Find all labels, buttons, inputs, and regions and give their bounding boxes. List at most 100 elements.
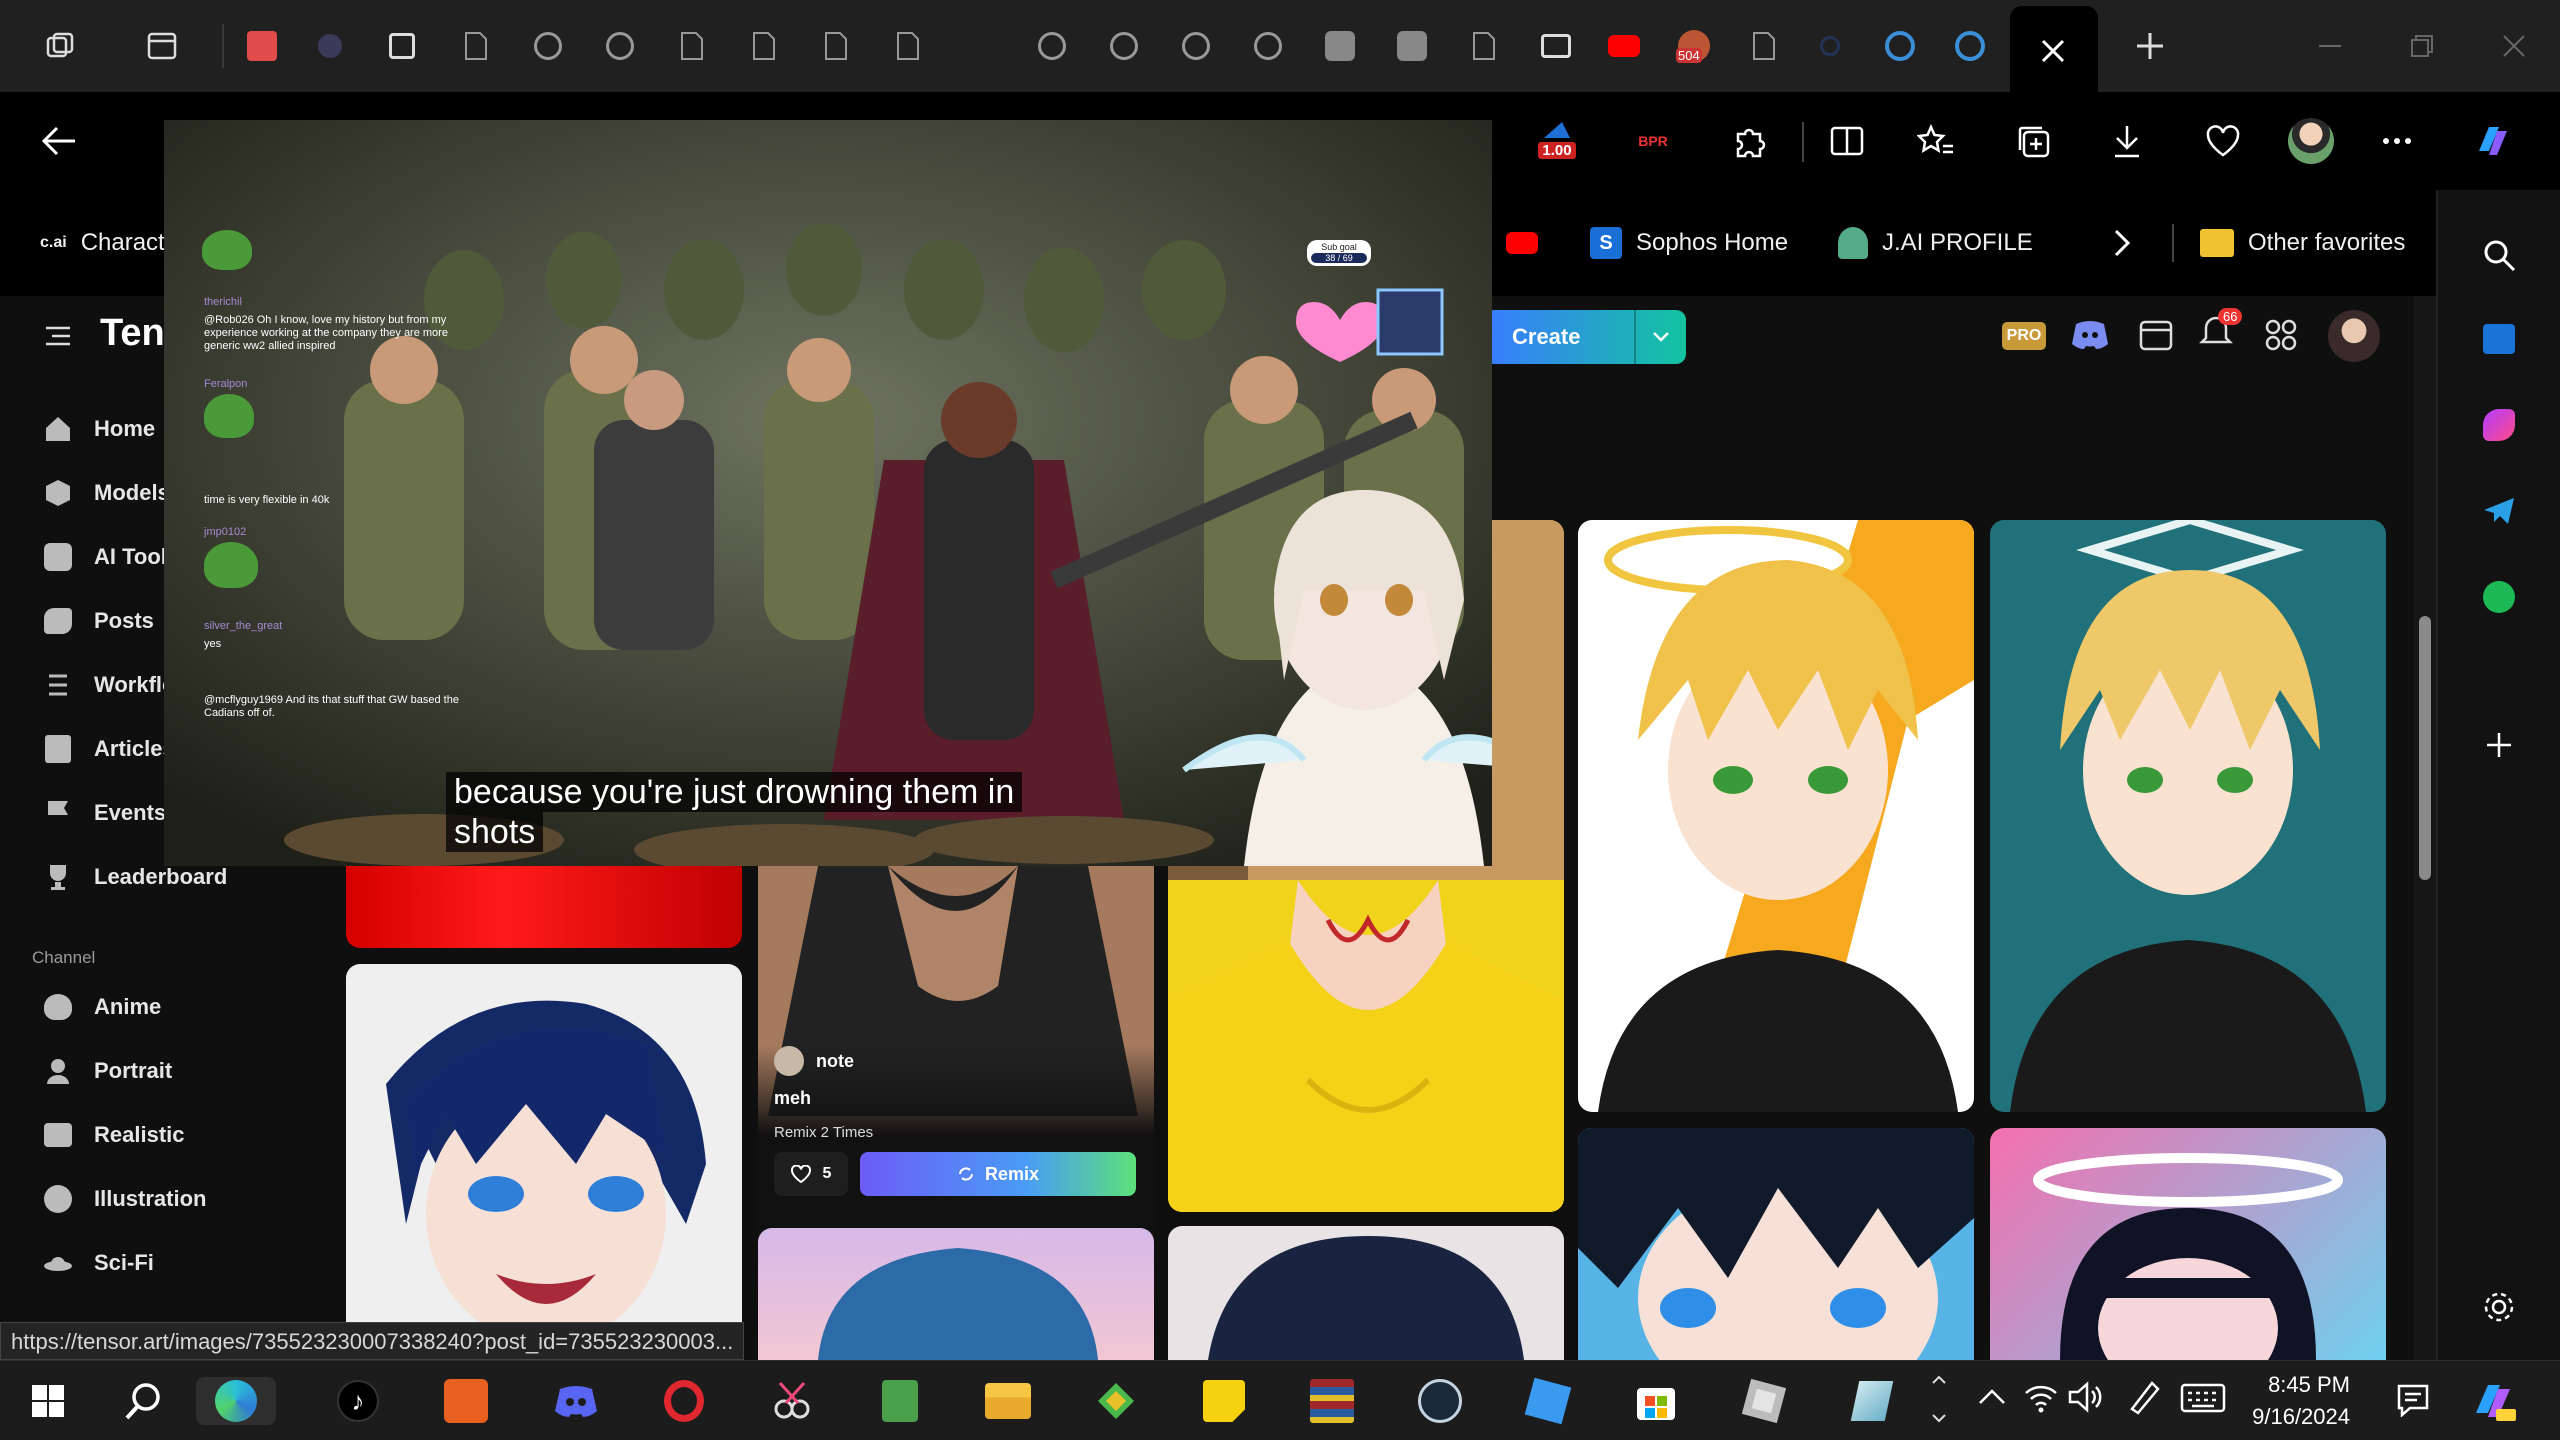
- tab-favicon-openai[interactable]: [1172, 22, 1220, 70]
- favorites-overflow-chevron-icon[interactable]: [2112, 216, 2132, 270]
- tab-favicon-page[interactable]: [1460, 22, 1508, 70]
- nav-item-workflow[interactable]: Workflo: [40, 660, 175, 710]
- favorite-item[interactable]: Other favorites: [2200, 216, 2405, 270]
- file-explorer-icon[interactable]: [984, 1377, 1032, 1425]
- tab-favicon-swirl[interactable]: [1946, 22, 1994, 70]
- tab-favicon-page[interactable]: [884, 22, 932, 70]
- notifications-bell-icon[interactable]: 66: [2198, 308, 2243, 352]
- more-menu-icon[interactable]: [2372, 116, 2422, 166]
- opera-icon[interactable]: [660, 1377, 708, 1425]
- winrar-icon[interactable]: [1308, 1377, 1356, 1425]
- nav-item-events[interactable]: Events: [40, 788, 166, 838]
- microsoft-store-icon[interactable]: [1632, 1377, 1680, 1425]
- split-screen-icon[interactable]: [1822, 116, 1872, 166]
- browser-essentials-icon[interactable]: [2198, 116, 2248, 166]
- hamburger-menu-icon[interactable]: [44, 324, 72, 348]
- image-card[interactable]: [346, 964, 742, 1360]
- like-button[interactable]: 5: [774, 1152, 848, 1196]
- collections-icon[interactable]: [2008, 116, 2058, 166]
- tab-favicon-page[interactable]: [1740, 22, 1788, 70]
- gear-icon[interactable]: [2474, 1282, 2524, 1332]
- steam-icon[interactable]: [1416, 1377, 1464, 1425]
- remix-button[interactable]: Remix: [860, 1152, 1136, 1196]
- extensions-icon[interactable]: [1724, 116, 1774, 166]
- tab-favicon-page[interactable]: [668, 22, 716, 70]
- picture-in-picture-video[interactable]: Sub goal 38 / 69 therichil @Rob026 Oh I …: [164, 120, 1492, 866]
- favorite-item[interactable]: c.ai Charact: [40, 216, 165, 270]
- nav-item-posts[interactable]: Posts: [40, 596, 154, 646]
- bluestacks-icon[interactable]: [1092, 1377, 1140, 1425]
- telegram-icon[interactable]: [2474, 486, 2524, 536]
- tab-favicon-openai[interactable]: [1100, 22, 1148, 70]
- favorite-item[interactable]: J.AI PROFILE: [1838, 216, 2033, 270]
- snipping-tool-icon[interactable]: [768, 1377, 816, 1425]
- post-author[interactable]: note: [774, 1046, 854, 1076]
- notification-center-icon[interactable]: [2396, 1383, 2430, 1417]
- search-icon[interactable]: [120, 1377, 168, 1425]
- create-dropdown-chevron-icon[interactable]: [1634, 310, 1686, 364]
- post-card[interactable]: note meh Remix 2 Times 5 Remix: [758, 866, 1154, 1246]
- channel-item-portrait[interactable]: Portrait: [40, 1046, 172, 1096]
- restore-icon[interactable]: [2398, 22, 2446, 70]
- start-windows-icon[interactable]: [24, 1377, 72, 1425]
- copilot-icon[interactable]: [2468, 116, 2518, 166]
- create-button[interactable]: Create: [1484, 310, 1686, 364]
- close-tab-icon[interactable]: [2038, 36, 2068, 66]
- back-icon[interactable]: [34, 116, 84, 166]
- volume-icon[interactable]: [2068, 1381, 2104, 1413]
- taskbar-clock[interactable]: 8:45 PM 9/16/2024: [2230, 1369, 2350, 1433]
- designer-icon[interactable]: [2474, 400, 2524, 450]
- close-window-icon[interactable]: [2490, 22, 2538, 70]
- discord-icon[interactable]: [552, 1377, 600, 1425]
- keyboard-icon[interactable]: [2180, 1383, 2226, 1413]
- roblox-icon[interactable]: [1740, 1377, 1788, 1425]
- app-orange-icon[interactable]: [442, 1377, 490, 1425]
- profile-avatar[interactable]: [2286, 116, 2336, 166]
- apps-grid-icon[interactable]: [2264, 318, 2298, 352]
- tab-favicon-page[interactable]: [740, 22, 788, 70]
- wifi-icon[interactable]: [2024, 1381, 2058, 1413]
- image-card[interactable]: [758, 1228, 1154, 1360]
- tab-favicon-swirl[interactable]: [1876, 22, 1924, 70]
- minimize-icon[interactable]: [2306, 22, 2354, 70]
- nav-item-ai-tools[interactable]: AI Tools: [40, 532, 179, 582]
- show-hidden-icons-chevron-icon[interactable]: [1978, 1387, 2006, 1405]
- favorite-item[interactable]: S Sophos Home: [1590, 216, 1788, 270]
- tab-favicon-openai[interactable]: [524, 22, 572, 70]
- bpr-extension-icon[interactable]: BPR: [1628, 116, 1678, 166]
- pen-icon[interactable]: [2126, 1379, 2162, 1415]
- sticky-notes-icon[interactable]: [1200, 1377, 1248, 1425]
- new-tab-icon[interactable]: [2126, 22, 2174, 70]
- calendar-icon[interactable]: [2138, 316, 2174, 352]
- discord-icon[interactable]: [2070, 318, 2110, 350]
- tiktok-icon[interactable]: ♪: [334, 1377, 382, 1425]
- favorites-icon[interactable]: [1910, 116, 1960, 166]
- tab-favicon-page[interactable]: [452, 22, 500, 70]
- workspaces-icon[interactable]: [36, 22, 84, 70]
- add-sidebar-app-icon[interactable]: [2474, 720, 2524, 770]
- tab-favicon-character[interactable]: [1316, 22, 1364, 70]
- image-card[interactable]: [346, 866, 742, 948]
- image-card[interactable]: [1990, 520, 2386, 1112]
- user-avatar[interactable]: [2328, 310, 2380, 362]
- youtube-favorite[interactable]: [1506, 216, 1538, 270]
- tab-favicon-youtube[interactable]: [1600, 22, 1648, 70]
- nav-item-home[interactable]: Home: [40, 404, 155, 454]
- image-card[interactable]: [1168, 1226, 1564, 1360]
- channel-item-realistic[interactable]: Realistic: [40, 1110, 185, 1160]
- tab-favicon-openai[interactable]: [1244, 22, 1292, 70]
- notepad-icon[interactable]: [876, 1377, 924, 1425]
- tab-favicon-dark-circle[interactable]: [306, 22, 354, 70]
- taskbar-overflow-chevron-icon[interactable]: [1930, 1369, 1948, 1429]
- copilot-pre-icon[interactable]: [2466, 1375, 2516, 1425]
- tab-favicon-character[interactable]: [1388, 22, 1436, 70]
- tab-favicon-page[interactable]: [812, 22, 860, 70]
- tab-favicon-openai[interactable]: [596, 22, 644, 70]
- channel-item-sci-fi[interactable]: Sci-Fi: [40, 1238, 154, 1288]
- active-tab[interactable]: [2010, 6, 2098, 92]
- tab-favicon-search[interactable]: [1806, 22, 1854, 70]
- roblox-studio-icon[interactable]: [1524, 1377, 1572, 1425]
- search-icon[interactable]: [2474, 230, 2524, 280]
- extension-badge-icon[interactable]: 1.00: [1532, 114, 1582, 164]
- nav-item-models[interactable]: Models: [40, 468, 170, 518]
